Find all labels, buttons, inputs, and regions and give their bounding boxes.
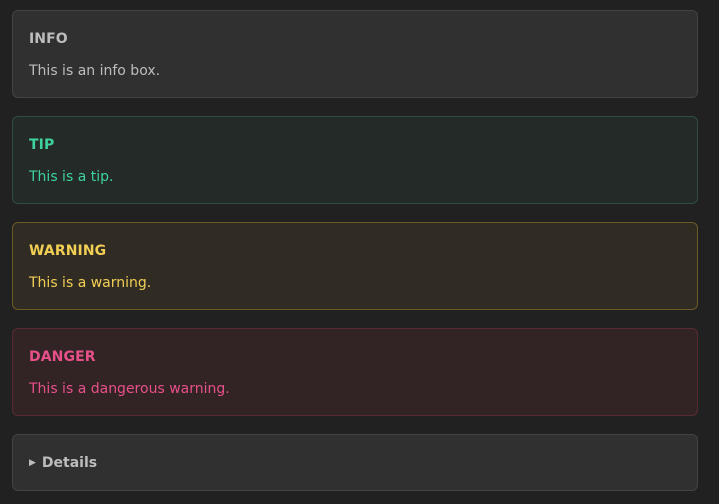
info-body: This is an info box. — [29, 63, 161, 79]
tip-body: This is a tip. — [29, 169, 114, 185]
danger-body: This is a dangerous warning. — [29, 381, 230, 397]
tip-box: TIP This is a tip. — [12, 116, 698, 204]
danger-box: DANGER This is a dangerous warning. — [12, 328, 698, 416]
details-label: Details — [41, 455, 98, 471]
details-summary[interactable]: ▶ Details — [29, 455, 97, 471]
info-title: INFO — [29, 31, 68, 47]
info-box: INFO This is an info box. — [12, 10, 698, 98]
admonition-list: INFO This is an info box. TIP This is a … — [0, 0, 719, 504]
warning-box: WARNING This is a warning. — [12, 222, 698, 310]
triangle-right-icon: ▶ — [29, 457, 36, 468]
tip-title: TIP — [29, 137, 55, 153]
warning-body: This is a warning. — [29, 275, 152, 291]
warning-title: WARNING — [29, 243, 107, 259]
details-toggle[interactable]: ▶ Details — [12, 434, 698, 491]
danger-title: DANGER — [29, 349, 96, 365]
